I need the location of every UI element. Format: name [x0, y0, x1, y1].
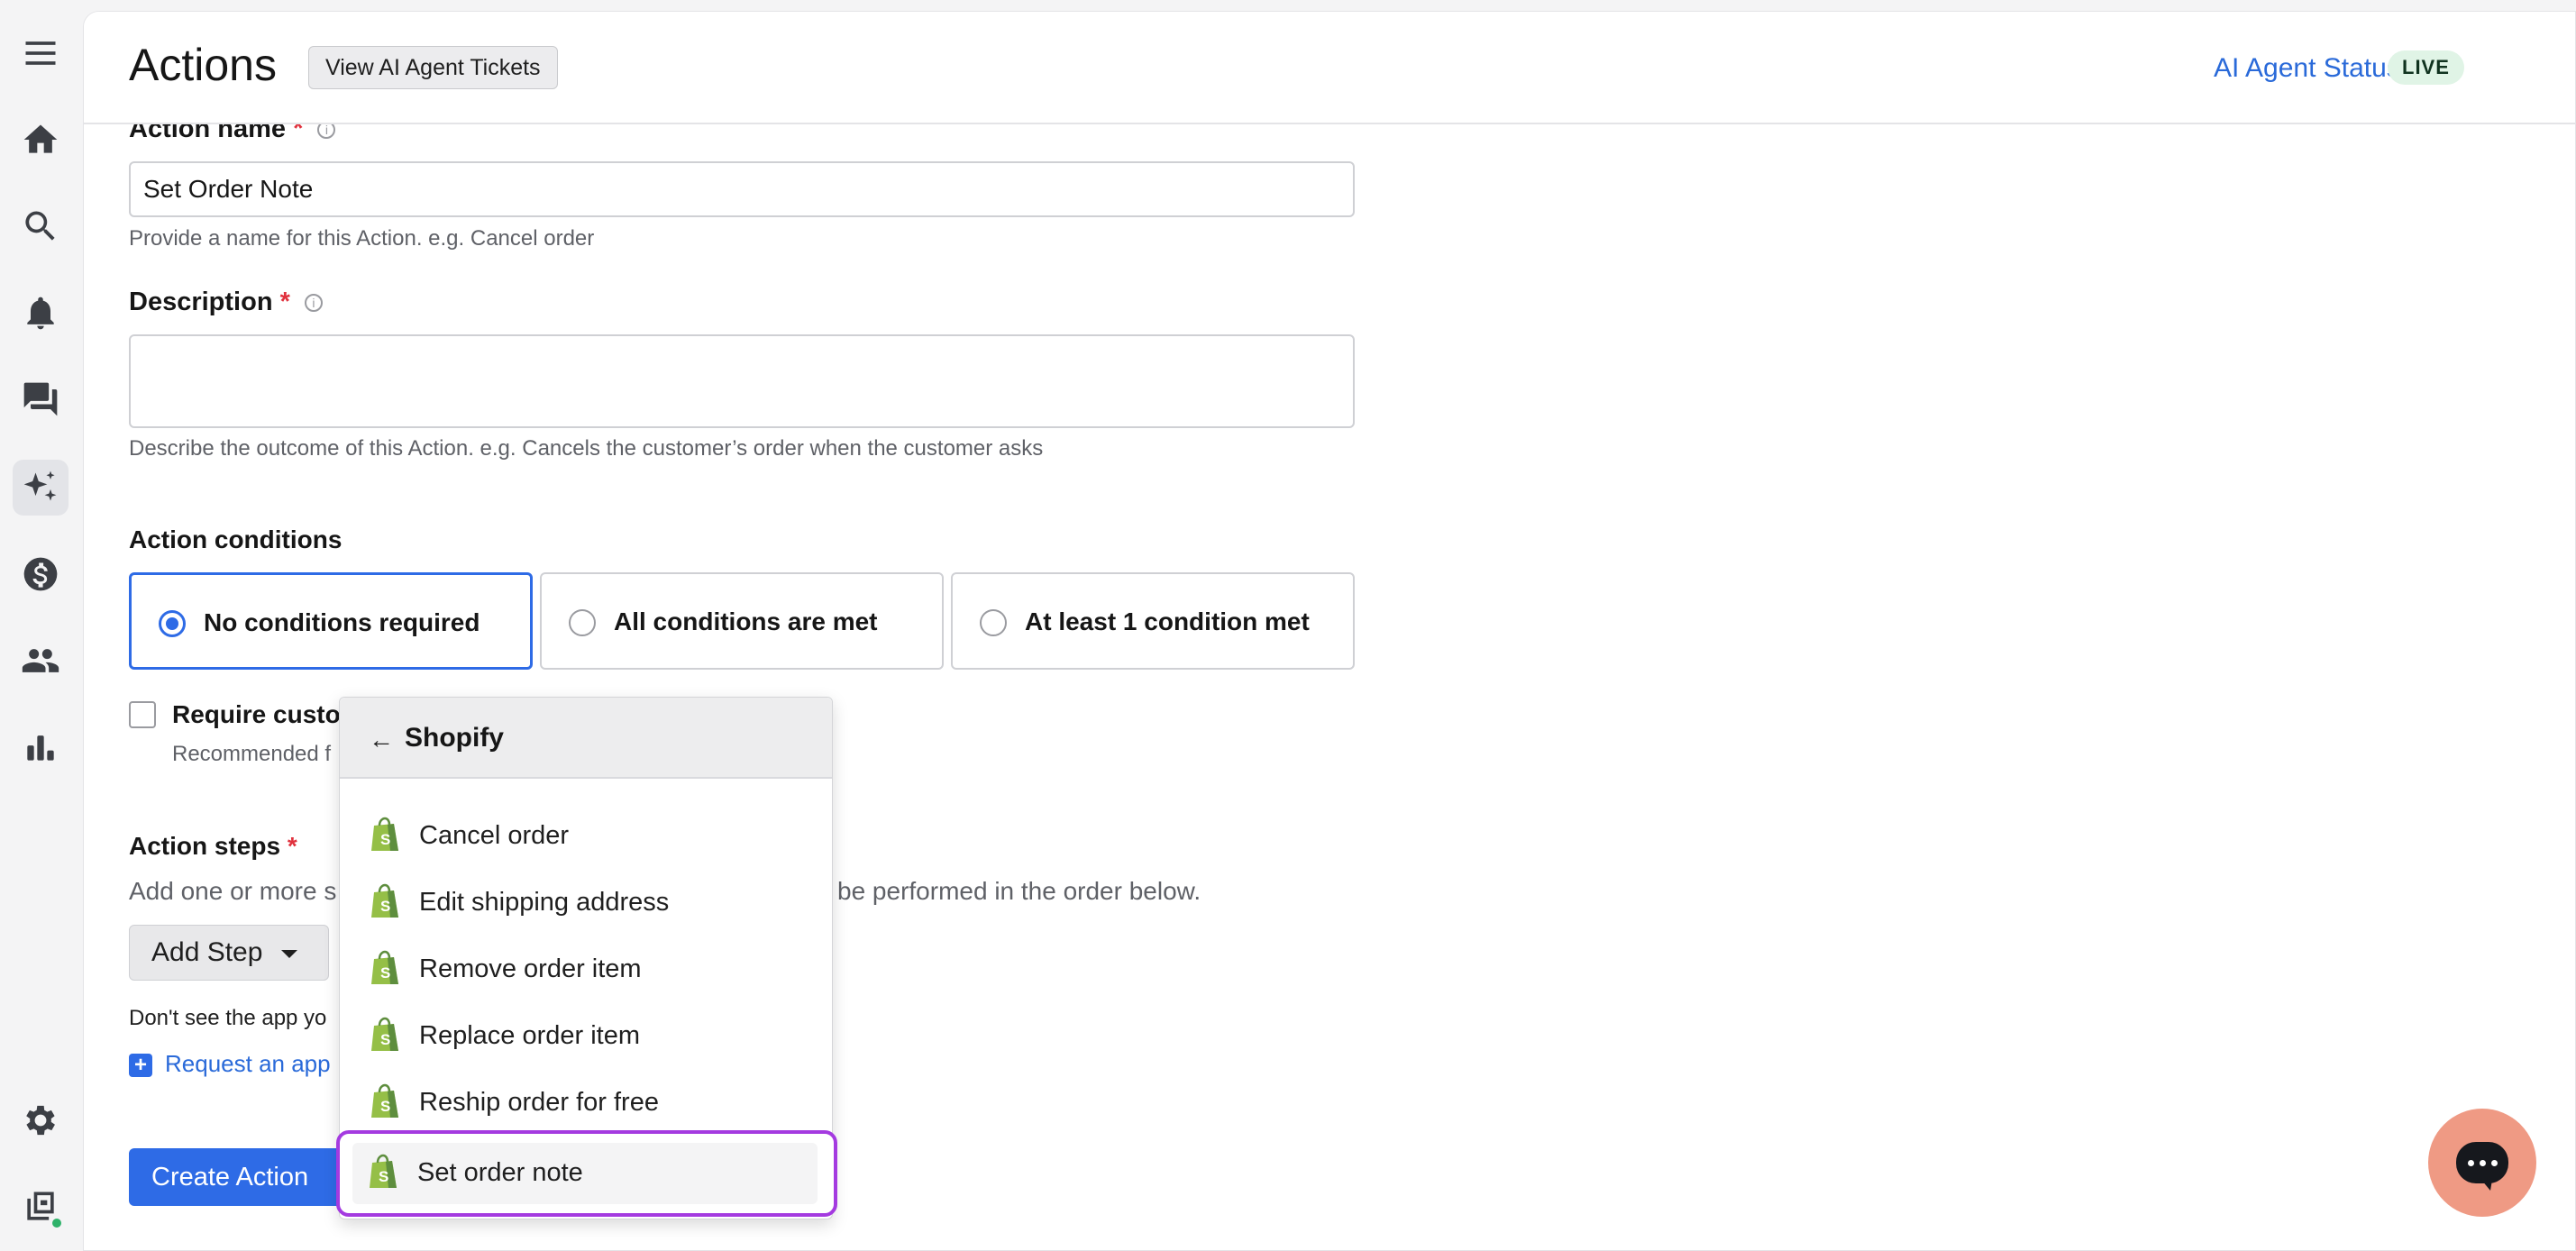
dropdown-item-label: Edit shipping address	[419, 888, 670, 917]
action-steps-hint-left: Add one or more s	[129, 877, 337, 905]
search-icon[interactable]	[13, 198, 69, 254]
radio-empty-icon	[569, 609, 596, 636]
dropdown-item-label: Remove order item	[419, 954, 642, 983]
chat-dot	[2468, 1160, 2474, 1166]
dropdown-item-remove-item[interactable]: S Remove order item	[340, 936, 832, 1002]
info-icon[interactable]: i	[304, 294, 323, 313]
dropdown-item-label: Reship order for free	[419, 1088, 659, 1117]
svg-text:S: S	[380, 1031, 390, 1048]
dropdown-title: Shopify	[405, 723, 504, 753]
chart-icon[interactable]	[13, 719, 69, 775]
required-mark: *	[279, 288, 290, 316]
action-steps-hint-right: be performed in the order below.	[837, 877, 1201, 905]
radio-no-conditions[interactable]: No conditions required	[129, 572, 533, 670]
live-status-badge: LIVE	[2388, 50, 2464, 85]
shopify-bag-icon: S	[371, 950, 398, 984]
shopify-bag-icon: S	[371, 1017, 398, 1051]
online-status-dot	[50, 1217, 63, 1229]
svg-text:S: S	[379, 1168, 388, 1185]
chat-bubble-icon	[2456, 1142, 2508, 1191]
radio-label: At least 1 condition met	[1025, 607, 1310, 635]
dropdown-item-label: Replace order item	[419, 1021, 640, 1050]
request-app-link[interactable]: + Request an app	[129, 1050, 331, 1078]
action-steps-label-text: Action steps	[129, 832, 281, 860]
dollar-icon[interactable]	[13, 546, 69, 602]
required-mark: *	[287, 832, 297, 860]
dropdown-item-edit-shipping[interactable]: S Edit shipping address	[340, 869, 832, 936]
home-icon[interactable]	[13, 112, 69, 168]
action-steps-label: Action steps *	[129, 832, 297, 861]
shopify-actions-dropdown: ← Shopify S Cancel order S Edit shipping…	[336, 697, 837, 1219]
radio-label: All conditions are met	[614, 607, 878, 635]
create-action-button[interactable]: Create Action	[129, 1148, 345, 1206]
action-conditions-label: Action conditions	[129, 525, 343, 553]
shopify-bag-icon: S	[371, 817, 398, 851]
menu-icon[interactable]	[13, 25, 69, 81]
svg-text:S: S	[380, 831, 390, 848]
shopify-bag-icon: S	[371, 883, 398, 918]
dropdown-item-reship-order[interactable]: S Reship order for free	[340, 1069, 832, 1136]
dropdown-item-replace-item[interactable]: S Replace order item	[340, 1002, 832, 1069]
plus-icon: +	[129, 1054, 152, 1078]
gear-icon[interactable]	[13, 1092, 69, 1148]
missing-app-text: Don't see the app yo	[129, 1006, 327, 1030]
add-step-button[interactable]: Add Step	[129, 925, 329, 981]
require-confirmation-hint: Recommended f	[172, 742, 332, 766]
radio-selected-icon	[159, 610, 186, 637]
ai-agent-status-link[interactable]: AI Agent Status	[2214, 53, 2400, 84]
dropdown-item-cancel-order[interactable]: S Cancel order	[340, 802, 832, 869]
chat-dot	[2491, 1160, 2498, 1166]
description-label: Description * i	[129, 288, 323, 317]
sparkle-icon[interactable]	[13, 460, 69, 516]
chevron-down-icon	[281, 950, 297, 958]
action-name-input[interactable]: Set Order Note	[129, 161, 1355, 217]
shopify-bag-icon: S	[370, 1154, 397, 1188]
dropdown-header[interactable]: ← Shopify	[340, 698, 832, 779]
main-panel: Action name * i Set Order Note Provide a…	[83, 11, 2576, 1251]
svg-text:S: S	[380, 1098, 390, 1115]
request-app-label: Request an app	[165, 1050, 331, 1077]
dropdown-item-label: Set order note	[417, 1158, 583, 1187]
description-textarea[interactable]	[129, 334, 1355, 428]
description-hint: Describe the outcome of this Action. e.g…	[129, 436, 1044, 461]
chat-widget-button[interactable]	[2428, 1109, 2536, 1217]
svg-text:S: S	[380, 898, 390, 915]
chat-dot	[2480, 1160, 2486, 1166]
add-step-label: Add Step	[151, 937, 263, 967]
view-ai-agent-tickets-button[interactable]: View AI Agent Tickets	[308, 46, 558, 89]
users-icon[interactable]	[13, 633, 69, 689]
radio-empty-icon	[980, 609, 1007, 636]
app-switch-icon[interactable]	[13, 1179, 69, 1235]
svg-text:S: S	[380, 964, 390, 982]
shopify-bag-icon: S	[371, 1083, 398, 1118]
require-confirmation-label: Require custo	[172, 700, 341, 728]
bell-icon[interactable]	[13, 285, 69, 341]
sidebar	[0, 0, 83, 1251]
chat-icon[interactable]	[13, 371, 69, 427]
radio-label: No conditions required	[204, 608, 480, 636]
action-name-hint: Provide a name for this Action. e.g. Can…	[129, 226, 595, 251]
back-arrow-icon[interactable]: ←	[369, 726, 394, 754]
form-content: Action name * i Set Order Note Provide a…	[84, 12, 2575, 1250]
require-confirmation-checkbox[interactable]	[129, 701, 156, 728]
radio-at-least-one[interactable]: At least 1 condition met	[951, 572, 1355, 670]
page-title: Actions	[129, 40, 277, 90]
top-bar: Actions View AI Agent Tickets AI Agent S…	[84, 12, 2575, 124]
radio-all-conditions[interactable]: All conditions are met	[540, 572, 944, 670]
dropdown-item-set-order-note[interactable]: S Set order note	[336, 1130, 837, 1217]
dropdown-item-label: Cancel order	[419, 821, 570, 850]
description-label-text: Description	[129, 288, 273, 316]
